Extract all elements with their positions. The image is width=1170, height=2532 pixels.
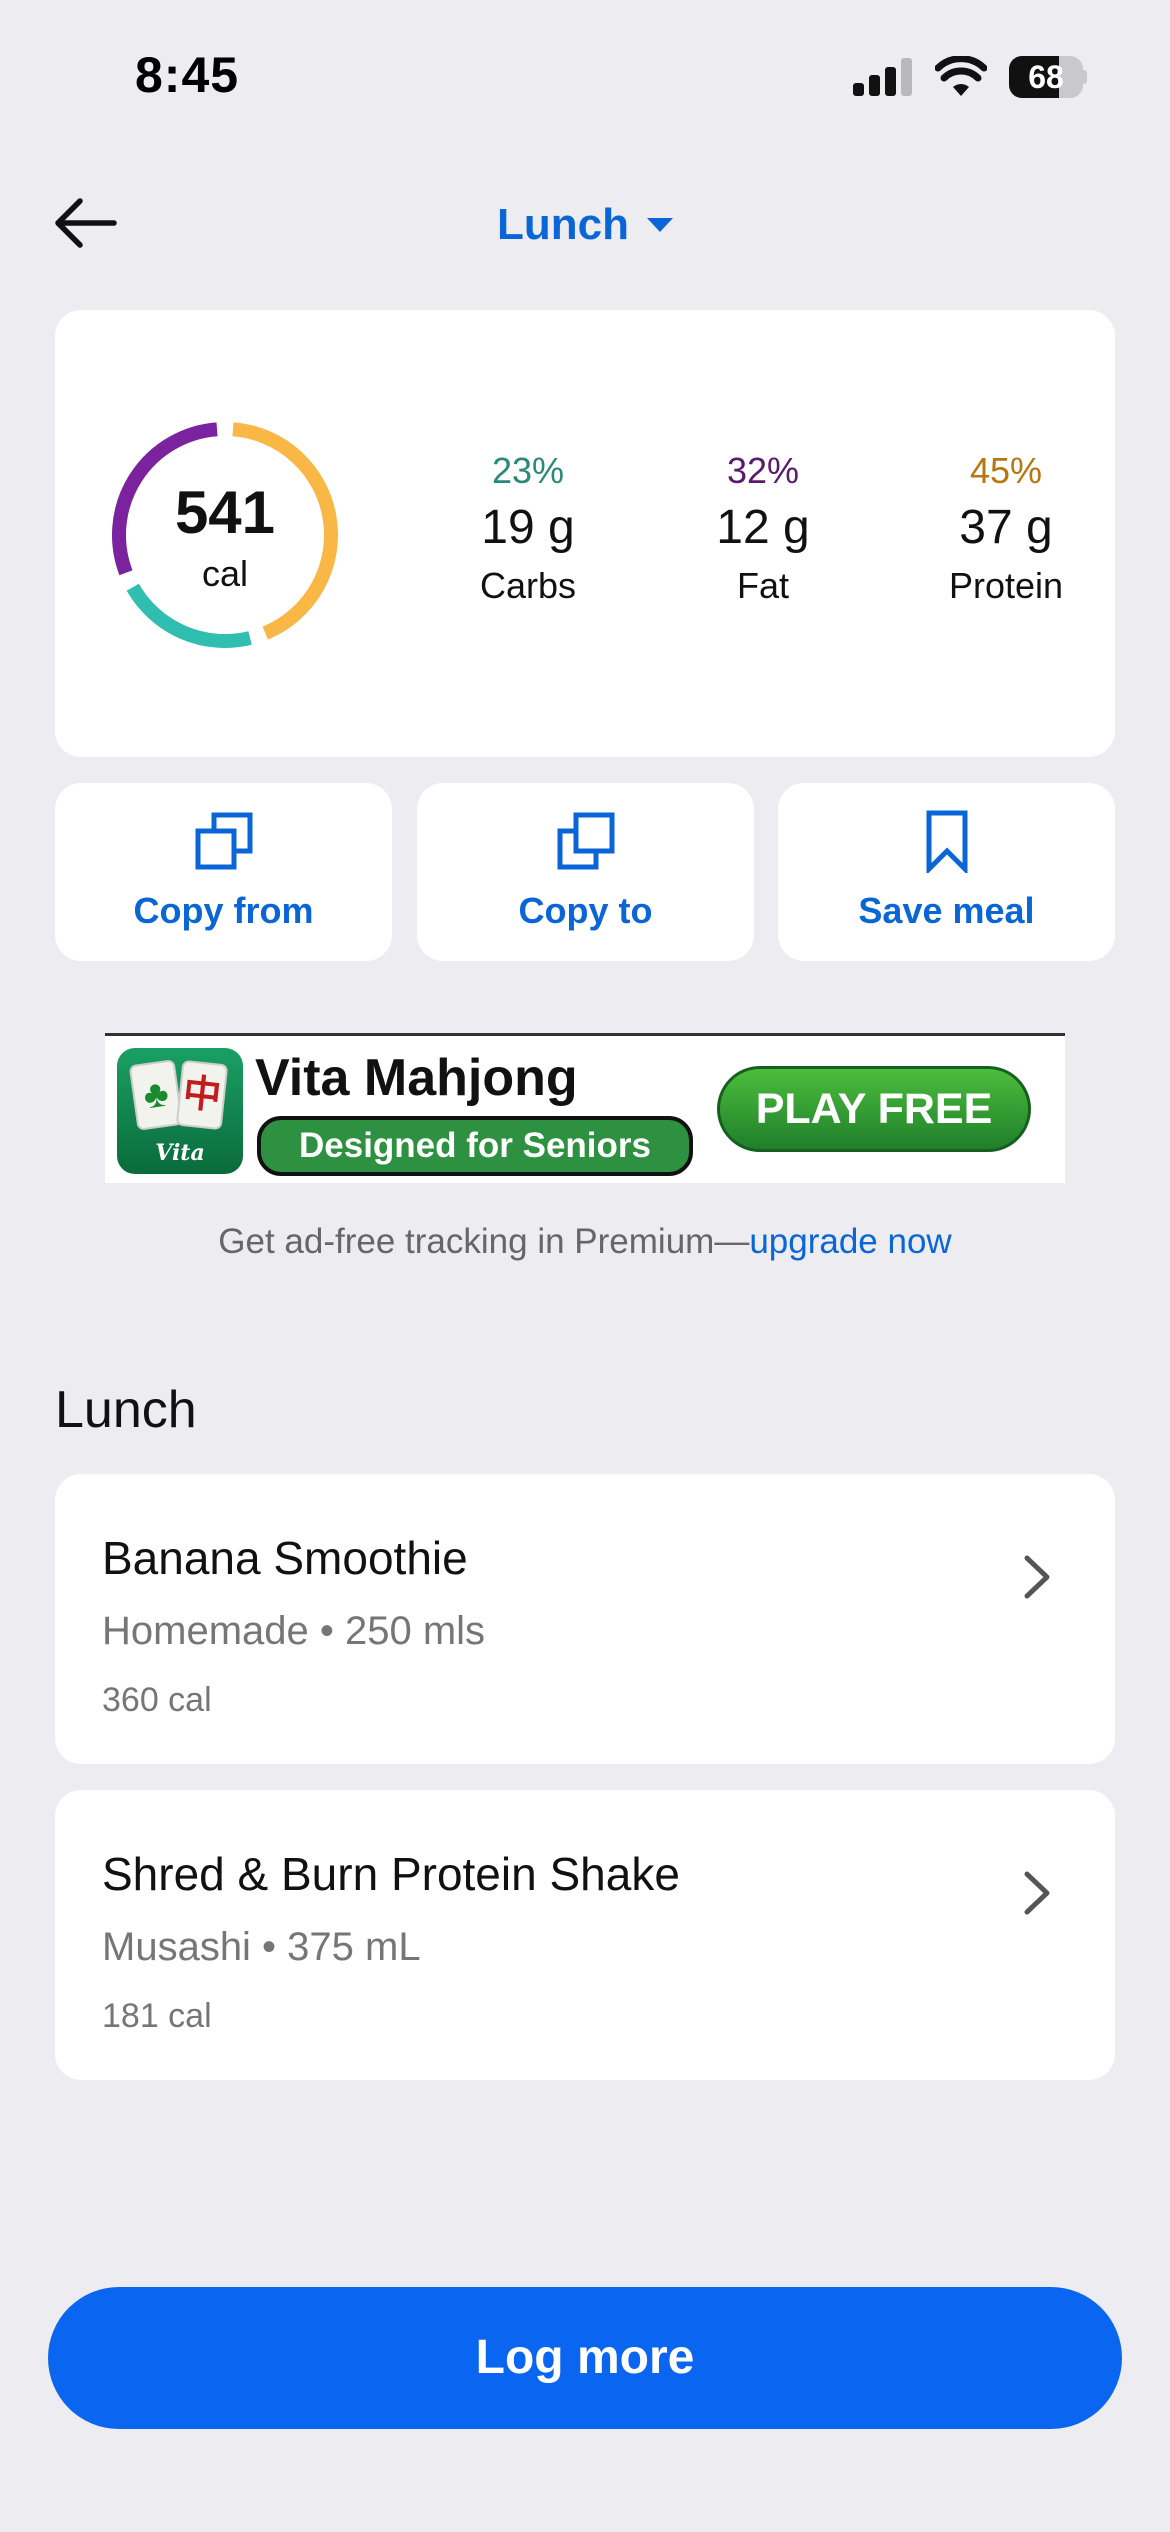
ring-segment-carbs (126, 583, 252, 648)
nutrition-summary-card: 541 cal 23% 19 g Carbs 32% 12 g Fat 45% … (55, 310, 1115, 757)
macro-label: Protein (948, 565, 1064, 606)
battery-icon: 68 (1009, 56, 1087, 98)
macro-label: Carbs (479, 565, 577, 606)
macro-label: Fat (736, 565, 789, 606)
food-detail: Homemade • 250 mls (102, 1609, 486, 1653)
copy-from-button[interactable]: Copy from (55, 783, 392, 961)
macro-fat: 32% 12 g Fat (663, 450, 863, 607)
premium-upsell: Get ad-free tracking in Premium—upgrade … (0, 1222, 1170, 1262)
cellular-signal-icon (853, 58, 913, 96)
copy-to-button[interactable]: Copy to (417, 783, 754, 961)
food-detail: Musashi • 375 mL (102, 1925, 421, 1969)
back-arrow-icon[interactable] (50, 195, 120, 251)
mahjong-app-icon: ♣ 中 Vita (117, 1048, 243, 1174)
ad-banner[interactable]: ♣ 中 Vita Vita Mahjong Designed for Senio… (105, 1033, 1065, 1183)
copy-icon (195, 812, 252, 870)
ad-title: Vita Mahjong (255, 1049, 578, 1107)
food-item[interactable]: Shred & Burn Protein Shake Musashi • 375… (55, 1790, 1115, 2080)
copy-to-label: Copy to (518, 890, 653, 931)
macro-percentage: 32% (726, 450, 800, 491)
battery-percentage: 68 (1028, 59, 1064, 95)
food-calories: 360 cal (102, 1681, 212, 1719)
calorie-total: 541 (174, 479, 276, 546)
caret-down-icon (646, 218, 673, 232)
chevron-right-icon (1024, 1555, 1050, 1599)
macro-amount: 37 g (959, 501, 1053, 554)
food-calories: 181 cal (102, 1997, 212, 2035)
meal-section-title: Lunch (55, 1381, 197, 1439)
copy-from-label: Copy from (133, 890, 314, 931)
wifi-icon (935, 56, 987, 96)
food-name: Banana Smoothie (102, 1532, 468, 1584)
premium-text: Get ad-free tracking in Premium— (218, 1222, 750, 1261)
macro-percentage: 23% (491, 450, 565, 491)
log-more-button[interactable]: Log more (48, 2287, 1122, 2429)
bookmark-icon (926, 810, 967, 873)
save-meal-button[interactable]: Save meal (778, 783, 1115, 961)
copy-icon (557, 812, 614, 870)
macro-protein: 45% 37 g Protein (906, 450, 1106, 607)
ad-icon-label: Vita (155, 1140, 205, 1166)
macro-amount: 12 g (716, 501, 810, 554)
meal-selector-label: Lunch (497, 200, 629, 249)
food-name: Shred & Burn Protein Shake (102, 1848, 680, 1900)
meal-selector-dropdown[interactable]: Lunch (435, 190, 735, 260)
ad-tagline: Designed for Seniors (257, 1116, 693, 1176)
ad-play-button[interactable]: PLAY FREE (717, 1066, 1031, 1152)
status-time: 8:45 (135, 47, 240, 103)
upgrade-link[interactable]: upgrade now (749, 1222, 951, 1261)
calorie-unit: cal (201, 553, 249, 594)
chevron-right-icon (1024, 1871, 1050, 1915)
macro-percentage: 45% (969, 450, 1043, 491)
macro-amount: 19 g (481, 501, 575, 554)
save-meal-label: Save meal (858, 890, 1035, 931)
food-item[interactable]: Banana Smoothie Homemade • 250 mls 360 c… (55, 1474, 1115, 1764)
status-bar: 8:45 68 (0, 0, 1170, 150)
macro-carbs: 23% 19 g Carbs (428, 450, 628, 607)
